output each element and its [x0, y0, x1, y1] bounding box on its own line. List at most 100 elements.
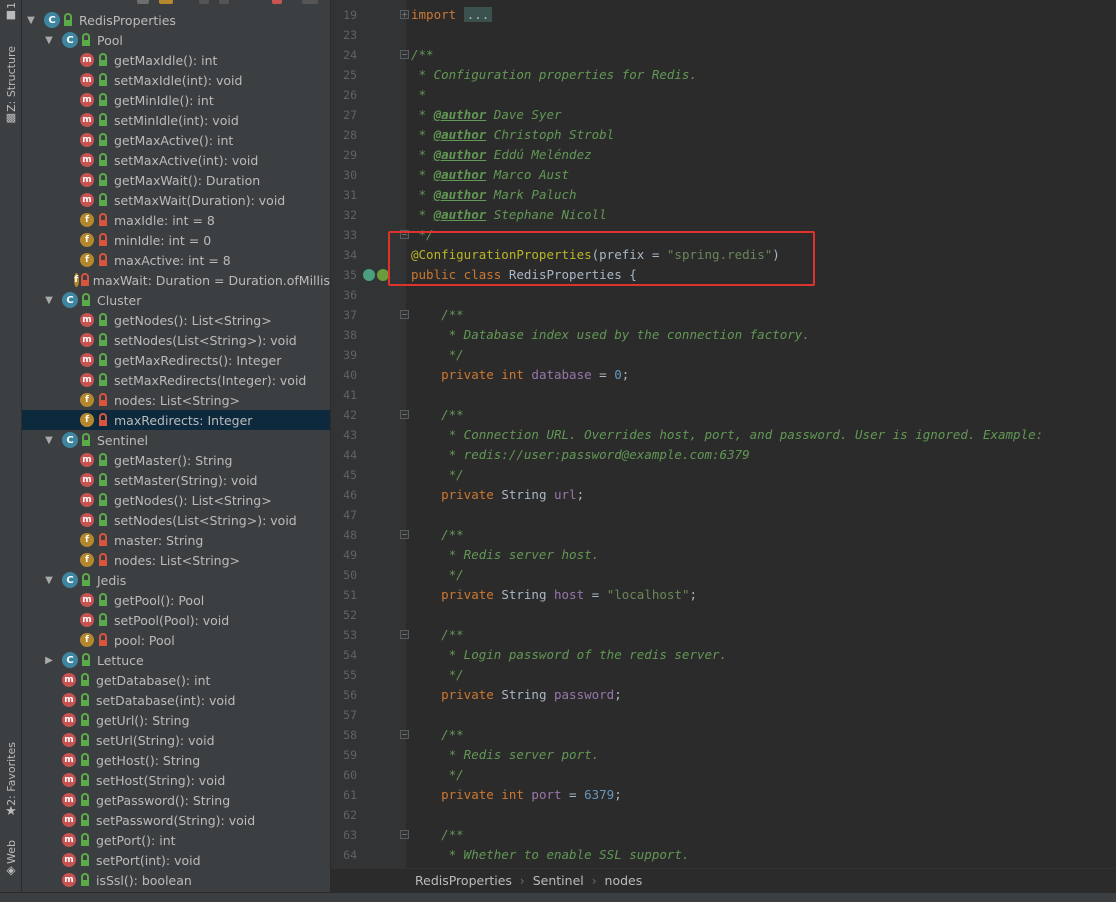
collapse-arrow-icon[interactable]: ▶ — [44, 655, 54, 666]
fold-collapse-icon[interactable]: − — [400, 310, 409, 319]
fold-collapse-icon[interactable]: − — [400, 630, 409, 639]
code-line[interactable]: */ — [411, 345, 464, 365]
code-line[interactable]: /** — [411, 725, 464, 745]
tree-node-method[interactable]: m setHost(String): void — [22, 770, 330, 790]
code-line[interactable]: * — [411, 85, 427, 105]
tree-node-method[interactable]: m getPool(): Pool — [22, 590, 330, 610]
tree-node-field[interactable]: f maxWait: Duration = Duration.ofMillis — [22, 270, 330, 290]
code-line[interactable]: /** — [411, 405, 464, 425]
code-line[interactable]: @ConfigurationProperties(prefix = "sprin… — [411, 245, 780, 265]
code-line[interactable]: * redis://user:password@example.com:6379 — [411, 445, 750, 465]
tree-node-class[interactable]: ▶ C Lettuce — [22, 650, 330, 670]
tree-node-method[interactable]: m setDatabase(int): void — [22, 690, 330, 710]
code-line[interactable]: * Redis server host. — [411, 545, 600, 565]
code-line[interactable]: /** — [411, 305, 464, 325]
tree-node-method[interactable]: m getMaxIdle(): int — [22, 50, 330, 70]
tree-node-method[interactable]: m getMaxActive(): int — [22, 130, 330, 150]
spring-leaf-icon[interactable] — [377, 269, 389, 281]
favorites-tab[interactable]: 2: Favorites ★ — [0, 742, 22, 818]
expand-arrow-icon[interactable]: ▼ — [26, 15, 36, 26]
code-line[interactable]: */ — [411, 765, 464, 785]
code-line[interactable]: */ — [411, 465, 464, 485]
tree-node-method[interactable]: m getUrl(): String — [22, 710, 330, 730]
fold-collapse-icon[interactable]: − — [400, 830, 409, 839]
tree-node-method[interactable]: m setUrl(String): void — [22, 730, 330, 750]
web-tab[interactable]: Web ◈ — [0, 840, 22, 876]
tree-node-method[interactable]: m setMaxActive(int): void — [22, 150, 330, 170]
code-line[interactable]: private int database = 0; — [411, 365, 629, 385]
fold-expand-icon[interactable]: + — [400, 10, 409, 19]
code-line[interactable]: * @author Christoph Strobl — [411, 125, 615, 145]
tree-node-field[interactable]: f maxRedirects: Integer — [22, 410, 330, 430]
tree-node-method[interactable]: m setPassword(String): void — [22, 810, 330, 830]
tree-node-method[interactable]: m getNodes(): List<String> — [22, 490, 330, 510]
code-line[interactable]: import ... — [411, 5, 493, 25]
tree-node-field[interactable]: f nodes: List<String> — [22, 390, 330, 410]
tree-node-method[interactable]: m setMaster(String): void — [22, 470, 330, 490]
tree-node-field[interactable]: f master: String — [22, 530, 330, 550]
code-line[interactable]: * @author Mark Paluch — [411, 185, 577, 205]
code-editor[interactable]: 19 +23 24 − 25 26 27 28 29 30 31 32 33 − 34 35 36 37 − 38 39… — [331, 0, 1116, 868]
tree-node-field[interactable]: f minIdle: int = 0 — [22, 230, 330, 250]
tree-node-field[interactable]: f maxActive: int = 8 — [22, 250, 330, 270]
code-line[interactable]: /** — [411, 45, 434, 65]
code-line[interactable]: */ — [411, 225, 434, 245]
code-line[interactable]: * Redis server port. — [411, 745, 600, 765]
code-line[interactable]: /** — [411, 525, 464, 545]
structure-tab[interactable]: Z: Structure ▩ — [0, 46, 22, 124]
code-line[interactable]: private int port = 6379; — [411, 785, 622, 805]
folded-import-chip[interactable]: ... — [463, 7, 493, 22]
code-line[interactable]: */ — [411, 665, 464, 685]
code-line[interactable]: * @author Marco Aust — [411, 165, 570, 185]
code-line[interactable]: */ — [411, 565, 464, 585]
expand-arrow-icon[interactable]: ▼ — [44, 295, 54, 306]
code-line[interactable]: * Database index used by the connection … — [411, 325, 810, 345]
tree-node-method[interactable]: m getDatabase(): int — [22, 670, 330, 690]
code-line[interactable]: /** — [411, 825, 464, 845]
code-line[interactable]: private String url; — [411, 485, 584, 505]
breadcrumb-item-class[interactable]: RedisProperties — [415, 873, 512, 888]
tree-node-method[interactable]: m setNodes(List<String>): void — [22, 510, 330, 530]
code-line[interactable]: * @author Eddú Meléndez — [411, 145, 592, 165]
code-line[interactable]: public class RedisProperties { — [411, 265, 637, 285]
tree-node-class[interactable]: ▼ C Cluster — [22, 290, 330, 310]
expand-arrow-icon[interactable]: ▼ — [44, 35, 54, 46]
tree-node-method[interactable]: m getPassword(): String — [22, 790, 330, 810]
tree-node-method[interactable]: m setPool(Pool): void — [22, 610, 330, 630]
tree-node-method[interactable]: m setMaxWait(Duration): void — [22, 190, 330, 210]
tree-node-method[interactable]: m getMinIdle(): int — [22, 90, 330, 110]
code-line[interactable]: * Connection URL. Overrides host, port, … — [411, 425, 1044, 445]
project-tab[interactable]: 1 ■ — [0, 2, 22, 21]
breadcrumb-item-inner-class[interactable]: Sentinel — [533, 873, 584, 888]
tree-node-class[interactable]: ▼ C Sentinel — [22, 430, 330, 450]
tree-node-method[interactable]: m setNodes(List<String>): void — [22, 330, 330, 350]
code-line[interactable]: private String host = "localhost"; — [411, 585, 697, 605]
tree-node-method[interactable]: m getNodes(): List<String> — [22, 310, 330, 330]
code-line[interactable]: private String password; — [411, 685, 622, 705]
tree-node-method[interactable]: m setMaxIdle(int): void — [22, 70, 330, 90]
code-line[interactable]: /** — [411, 625, 464, 645]
tree-node-method[interactable]: m getHost(): String — [22, 750, 330, 770]
tree-node-method[interactable]: m setMinIdle(int): void — [22, 110, 330, 130]
code-line[interactable]: * Whether to enable SSL support. — [411, 845, 690, 865]
tree-node-class[interactable]: ▼ C Jedis — [22, 570, 330, 590]
tree-node-field[interactable]: f nodes: List<String> — [22, 550, 330, 570]
tree-node-method[interactable]: m getMaxRedirects(): Integer — [22, 350, 330, 370]
tree-node-method[interactable]: m setMaxRedirects(Integer): void — [22, 370, 330, 390]
tree-node-class[interactable]: ▼ C Pool — [22, 30, 330, 50]
code-line[interactable]: * @author Dave Syer — [411, 105, 562, 125]
bean-icon[interactable] — [363, 269, 375, 281]
tree-node-method[interactable]: m getMaster(): String — [22, 450, 330, 470]
tree-node-method[interactable]: m setPort(int): void — [22, 850, 330, 870]
tree-node-field[interactable]: f maxIdle: int = 8 — [22, 210, 330, 230]
fold-collapse-icon[interactable]: − — [400, 410, 409, 419]
tree-node-field[interactable]: f pool: Pool — [22, 630, 330, 650]
fold-collapse-icon[interactable]: − — [400, 230, 409, 239]
fold-collapse-icon[interactable]: − — [400, 50, 409, 59]
tree-node-method[interactable]: m getMaxWait(): Duration — [22, 170, 330, 190]
tree-node-class[interactable]: ▼ C RedisProperties — [22, 10, 330, 30]
expand-arrow-icon[interactable]: ▼ — [44, 435, 54, 446]
fold-collapse-icon[interactable]: − — [400, 530, 409, 539]
code-line[interactable]: * @author Stephane Nicoll — [411, 205, 607, 225]
tree-node-method[interactable]: m getPort(): int — [22, 830, 330, 850]
